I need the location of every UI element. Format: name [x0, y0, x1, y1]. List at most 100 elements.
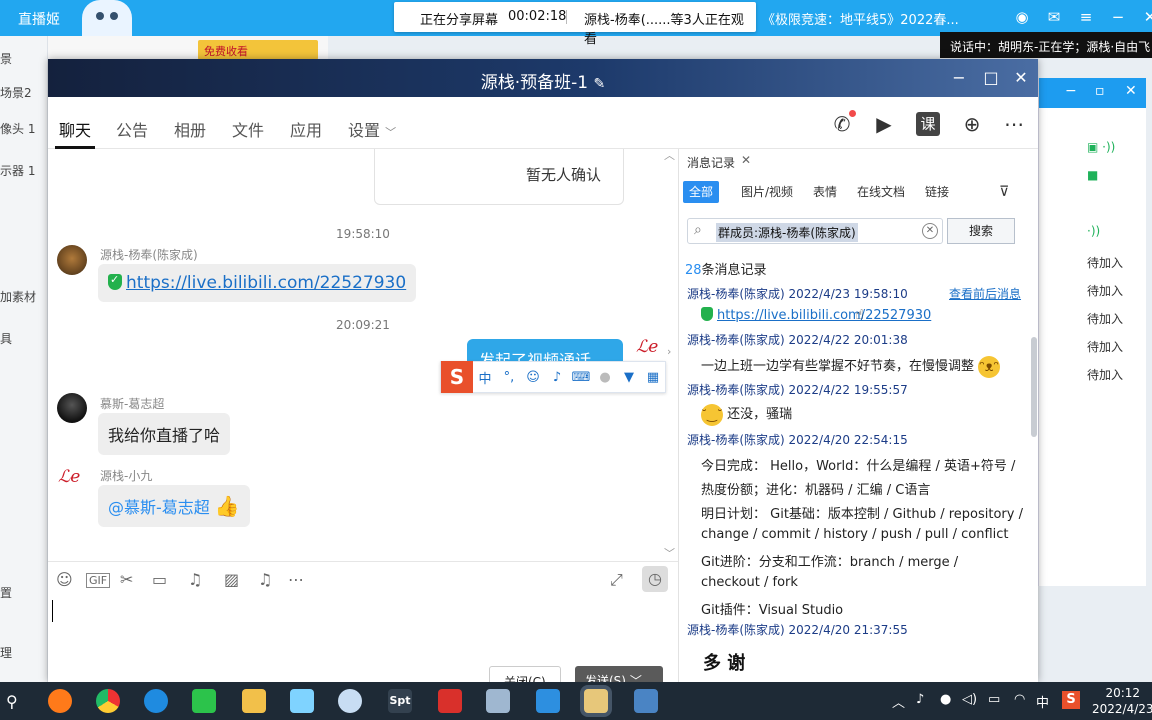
keyboard-icon[interactable]: ⌨: [569, 370, 593, 385]
system-clock[interactable]: 20:12 2022/4/23: [1092, 685, 1152, 717]
filter-docs[interactable]: 在线文档: [851, 181, 911, 203]
folder-icon[interactable]: ▭: [152, 570, 167, 589]
sogou-logo-icon[interactable]: S: [441, 361, 473, 393]
tab-settings[interactable]: 设置 ﹀: [348, 117, 396, 141]
link-text[interactable]: https://live.bilibili.com/22527930: [126, 273, 406, 293]
maximize-icon[interactable]: ▫: [1095, 83, 1105, 99]
emoji-icon[interactable]: ☺: [56, 570, 73, 589]
minimize-button[interactable]: −: [946, 66, 972, 90]
avatar-icon[interactable]: ◉: [1012, 6, 1032, 28]
edit-icon[interactable]: ✎: [594, 76, 606, 92]
screen-share-status[interactable]: 正在分享屏幕 00:02:18 源栈-杨奉(......等3人正在观看: [394, 2, 756, 47]
bg-item[interactable]: 具: [0, 330, 12, 347]
thanks-sticker[interactable]: 多 谢: [703, 649, 793, 682]
wechat-icon[interactable]: [192, 689, 216, 713]
minimize-icon[interactable]: −: [1108, 6, 1128, 28]
record-link-text[interactable]: https://live.bilibili.com/22527930: [717, 308, 931, 323]
scissors-icon[interactable]: ✂: [120, 570, 133, 589]
tab-announcement[interactable]: 公告: [116, 117, 148, 141]
tab-apps[interactable]: 应用: [290, 117, 322, 141]
bg-item[interactable]: 景: [0, 50, 12, 67]
wps-icon[interactable]: [438, 689, 462, 713]
file-explorer-icon[interactable]: [242, 689, 266, 713]
search-icon[interactable]: ⚲: [6, 692, 18, 711]
bg-item[interactable]: 示器 1: [0, 162, 35, 179]
close-icon[interactable]: ✕: [1140, 6, 1152, 28]
close-icon[interactable]: ✕: [1125, 83, 1137, 99]
video-call-icon[interactable]: ▶: [872, 112, 896, 136]
expand-icon[interactable]: ﹀: [664, 545, 675, 561]
clear-icon[interactable]: ✕: [922, 223, 938, 239]
view-context-link[interactable]: 查看前后消息: [949, 285, 1021, 302]
edge-icon[interactable]: [144, 689, 168, 713]
battery-icon[interactable]: ▭: [988, 692, 1000, 707]
ime-toolbar[interactable]: S 中 °, ☺ ♪ ⌨ ● ▼ ▦: [440, 361, 666, 393]
vscode-icon[interactable]: [536, 689, 560, 713]
filter-all[interactable]: 全部: [683, 181, 720, 203]
mail-icon[interactable]: ✉: [1044, 6, 1064, 28]
menu-icon[interactable]: ≡: [1076, 6, 1096, 28]
ime-indicator[interactable]: 中: [1036, 692, 1049, 711]
record-link[interactable]: https://live.bilibili.com/22527930☝: [701, 307, 931, 323]
text-cursor[interactable]: [52, 600, 53, 622]
more-icon[interactable]: ⋯: [288, 570, 304, 589]
emoji-icon[interactable]: ☺: [521, 370, 545, 385]
close-button[interactable]: 关闭(C): [489, 666, 561, 682]
bilibili-live-icon[interactable]: [290, 689, 314, 713]
search-query[interactable]: 群成员:源栈-杨奉(陈家成): [716, 223, 858, 242]
tab-album[interactable]: 相册: [174, 117, 206, 141]
collapse-icon[interactable]: ︿: [664, 149, 675, 163]
history-scrollbar[interactable]: [1031, 337, 1037, 437]
add-icon[interactable]: ⊕: [960, 112, 984, 136]
ad-banner[interactable]: 免费收看: [198, 40, 318, 60]
filter-emoji[interactable]: 表情: [807, 181, 843, 203]
chrome-icon[interactable]: [96, 689, 120, 713]
filter-links[interactable]: 链接: [919, 181, 955, 203]
filter-icon[interactable]: ⊽: [993, 181, 1015, 203]
music-icon[interactable]: ♫: [188, 570, 202, 589]
bg-item[interactable]: 像头 1: [0, 120, 35, 137]
tray-expand-icon[interactable]: ︿: [892, 692, 905, 711]
user-icon[interactable]: ●: [593, 370, 617, 385]
bg-item[interactable]: 置: [0, 584, 12, 601]
bg-item[interactable]: 理: [0, 644, 12, 661]
sogou-tray-icon[interactable]: S: [1062, 691, 1080, 709]
mic-icon[interactable]: ♪: [916, 692, 924, 707]
tab-chat[interactable]: 聊天: [59, 117, 91, 141]
tab-files[interactable]: 文件: [232, 117, 264, 141]
filter-media[interactable]: 图片/视频: [735, 181, 799, 203]
ime-lang[interactable]: 中: [473, 368, 497, 387]
wifi-icon[interactable]: ◠: [1014, 692, 1025, 707]
history-icon[interactable]: ◷: [642, 566, 668, 592]
gif-icon[interactable]: GIF: [86, 573, 111, 588]
firefox-icon[interactable]: [48, 689, 72, 713]
notepad-icon[interactable]: [634, 689, 658, 713]
paint-icon[interactable]: [338, 689, 362, 713]
close-icon[interactable]: ✕: [741, 153, 751, 167]
image-icon[interactable]: ▨: [224, 570, 239, 589]
send-button[interactable]: 发送(S) ﹀: [575, 666, 663, 682]
fullscreen-icon[interactable]: ⤢: [610, 570, 623, 590]
bell-icon[interactable]: ♫: [258, 570, 272, 589]
toolbox-icon[interactable]: ▦: [641, 370, 665, 385]
message-list[interactable]: 暂无人确认 ︿ 19:58:10 源栈-杨奉(陈家成) https://live…: [48, 149, 678, 561]
spt-icon[interactable]: Spt: [388, 689, 412, 713]
link-message[interactable]: https://live.bilibili.com/22527930: [98, 264, 417, 302]
more-icon[interactable]: ⋯: [1002, 112, 1026, 136]
search-button[interactable]: 搜索: [947, 218, 1015, 244]
close-button[interactable]: ✕: [1008, 66, 1034, 90]
mic-icon[interactable]: ♪: [545, 370, 569, 385]
skin-icon[interactable]: ▼: [617, 370, 641, 385]
history-search-input[interactable]: ⌕ 群成员:源栈-杨奉(陈家成) ✕: [687, 218, 943, 244]
app-icon[interactable]: [486, 689, 510, 713]
mention-message[interactable]: @慕斯-葛志超 👍: [98, 485, 250, 527]
voice-call-icon[interactable]: ✆: [830, 110, 856, 136]
minimize-icon[interactable]: −: [1065, 83, 1077, 99]
class-button[interactable]: 课: [916, 112, 940, 136]
punctuation-icon[interactable]: °,: [497, 370, 521, 385]
active-app-icon[interactable]: [584, 689, 608, 713]
maximize-button[interactable]: □: [978, 66, 1004, 90]
bg-item[interactable]: 加素材: [0, 288, 36, 305]
mention-text[interactable]: @慕斯-葛志超: [108, 498, 210, 517]
avatar[interactable]: [57, 245, 87, 275]
